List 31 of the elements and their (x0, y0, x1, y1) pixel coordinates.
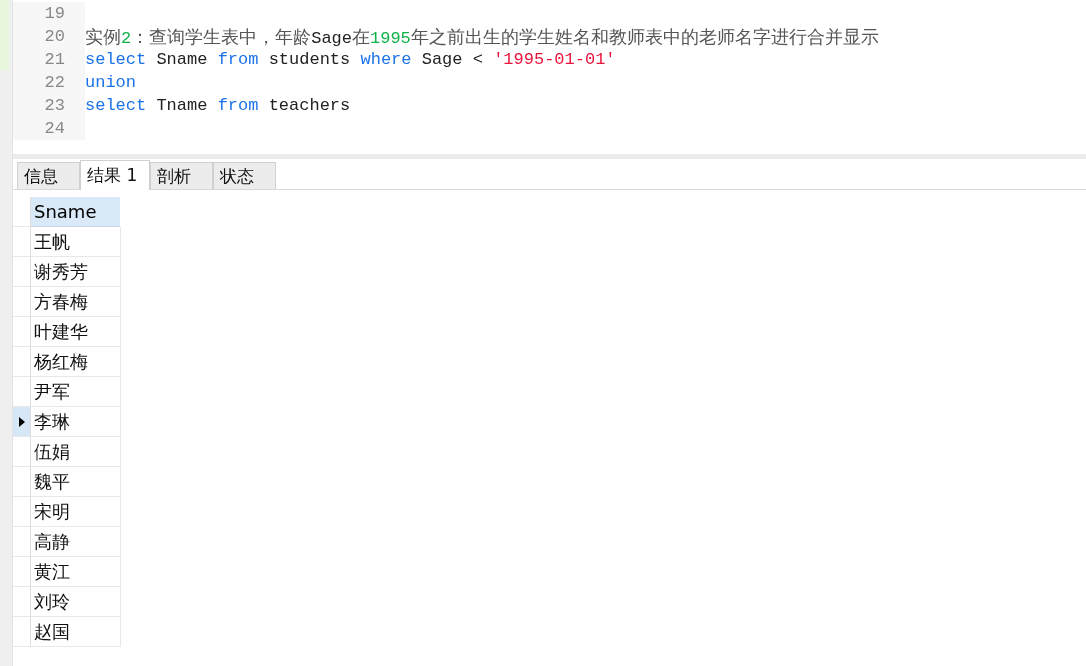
table-cell: 黄江 (31, 557, 121, 587)
table-cell: 刘玲 (31, 587, 121, 617)
table-cell: 高静 (31, 527, 121, 557)
code-line: select Tname from teachers (85, 96, 351, 115)
line-number: 24 (13, 117, 85, 140)
line-number: 22 (13, 71, 85, 94)
line-number: 21 (13, 48, 85, 71)
result-tab[interactable]: 剖析 (150, 162, 213, 189)
table-cell: 赵国 (31, 617, 121, 647)
table-cell: 李琳 (31, 407, 121, 437)
table-cell: 宋明 (31, 497, 121, 527)
code-line: union (85, 73, 136, 92)
line-number: 23 (13, 94, 85, 117)
line-number: 19 (13, 2, 85, 25)
line-number: 20 (13, 25, 85, 48)
row-indicator[interactable] (13, 407, 31, 437)
table-cell: 叶建华 (31, 317, 121, 347)
table-cell: 方春梅 (31, 287, 121, 317)
result-tab[interactable]: 信息 (17, 162, 80, 189)
current-row-icon (18, 416, 25, 427)
table-cell: 魏平 (31, 467, 121, 497)
table-cell: 杨红梅 (31, 347, 121, 377)
column-header[interactable]: Sname (31, 197, 120, 227)
code-line: 实例2：查询学生表中，年龄Sage在1995年之前出生的学生姓名和教师表中的老师名字进行合并显示 (85, 24, 879, 49)
code-line: select Sname from students where Sage < '1995-01-01' (85, 50, 616, 69)
result-tab[interactable]: 状态 (213, 162, 276, 189)
table-cell: 王帆 (31, 227, 121, 257)
table-cell: 伍娟 (31, 437, 121, 467)
table-cell: 尹军 (31, 377, 121, 407)
table-cell: 谢秀芳 (31, 257, 121, 287)
result-tab[interactable]: 结果 1 (80, 160, 150, 190)
